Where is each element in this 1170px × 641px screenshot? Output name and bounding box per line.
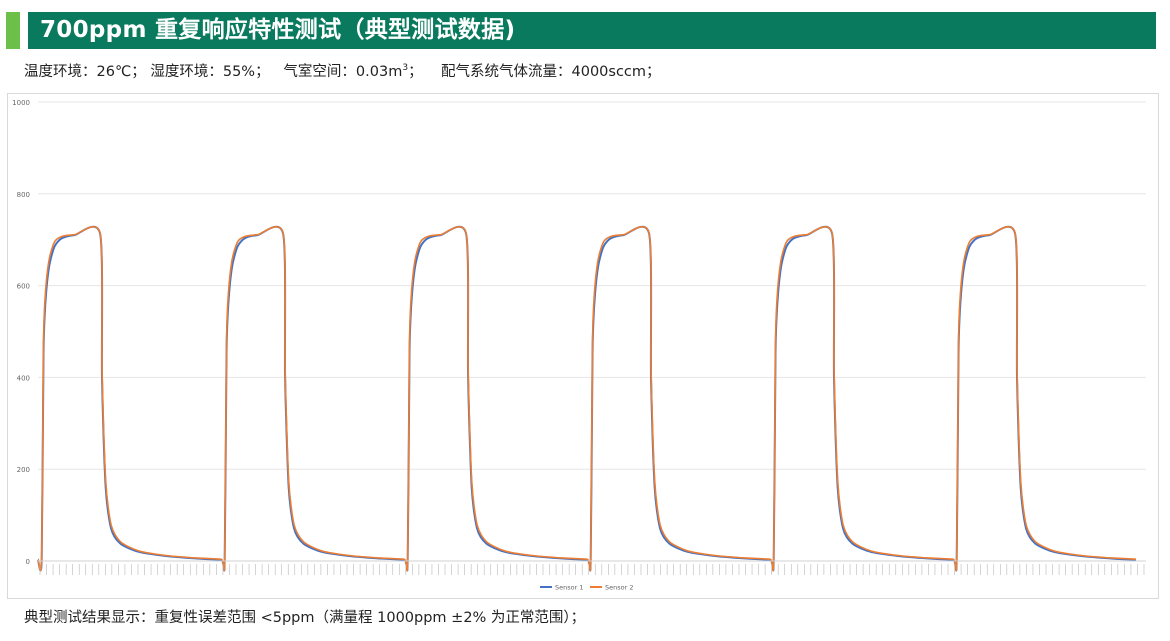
y-tick-label-1000: 1000 <box>12 99 30 107</box>
flow-condition: 配气系统气体流量：4000sccm； <box>441 64 661 80</box>
series-line-sensor-2 <box>37 226 1137 572</box>
test-conditions: 温度环境：26℃； 湿度环境：55%； 气室空间：0.03m3； 配气系统气体流… <box>24 60 661 81</box>
chamber-label: 气室空间：0.03m <box>283 64 403 80</box>
y-tick-label-0: 0 <box>26 558 30 566</box>
temperature-condition: 温度环境：26℃； <box>24 64 146 80</box>
chamber-suffix: ； <box>408 64 423 80</box>
humidity-condition: 湿度环境：55%； <box>150 64 270 80</box>
y-tick-label-400: 400 <box>17 374 30 382</box>
chamber-condition: 气室空间：0.03m3； <box>283 63 423 80</box>
legend-label-1: Sensor 1 <box>555 584 583 592</box>
y-tick-label-800: 800 <box>17 191 30 199</box>
y-tick-label-200: 200 <box>17 466 30 474</box>
series-line-sensor-1 <box>37 225 1137 572</box>
legend-label-2: Sensor 2 <box>605 584 633 592</box>
page-title: 700ppm 重复响应特性测试（典型测试数据) <box>40 17 516 43</box>
result-summary: 典型测试结果显示：重复性误差范围 <5ppm（满量程 1000ppm ±2% 为… <box>24 610 586 626</box>
header-bar: 700ppm 重复响应特性测试（典型测试数据) <box>6 12 1156 49</box>
y-tick-label-600: 600 <box>17 283 30 291</box>
response-chart: 0 200 400 600 800 1000 Sensor 1 Sensor 2 <box>12 99 1146 592</box>
header-accent <box>6 12 20 49</box>
header-gap <box>20 12 28 49</box>
chart-frame: 0 200 400 600 800 1000 Sensor 1 Sensor 2 <box>7 93 1159 599</box>
